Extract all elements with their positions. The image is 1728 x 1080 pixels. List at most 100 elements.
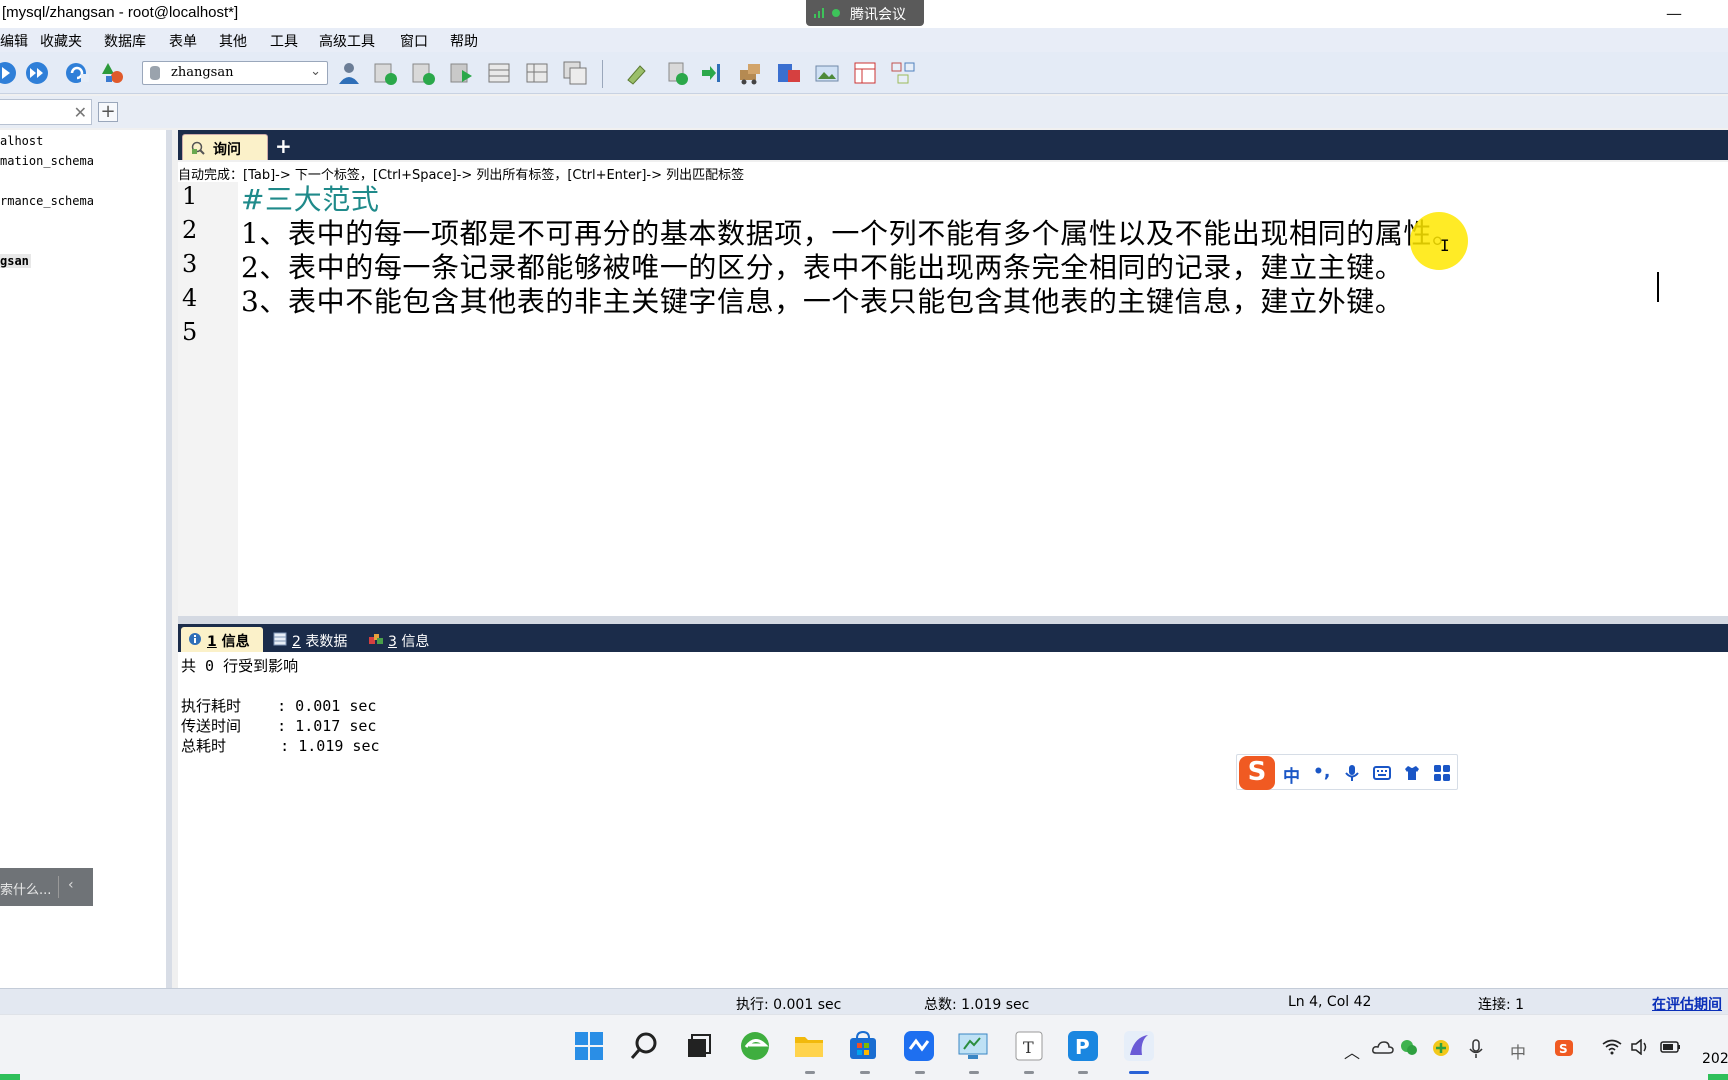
qq-plus-icon[interactable] <box>1432 1039 1450 1057</box>
chevron-left-icon[interactable]: ‹ <box>68 877 74 893</box>
wifi-icon[interactable] <box>1602 1039 1622 1055</box>
p-app-icon[interactable]: P <box>1066 1029 1100 1063</box>
browser-icon[interactable] <box>738 1029 772 1063</box>
chevron-up-icon[interactable]: ︿ <box>1344 1039 1360 1063</box>
start-menu-icon[interactable] <box>572 1029 606 1063</box>
database-selector[interactable]: zhangsan ⌄ <box>142 61 328 85</box>
title-bar: [mysql/zhangsan - root@localhost*] 腾讯会议 … <box>0 0 1728 28</box>
import-icon[interactable] <box>448 60 474 86</box>
microsoft-store-icon[interactable] <box>846 1029 880 1063</box>
menu-edit[interactable]: 编辑 <box>0 31 28 51</box>
evaluation-link[interactable]: 在评估期间 <box>1652 994 1722 1014</box>
schedule-icon[interactable] <box>776 60 802 86</box>
autocomplete-hint-bar: 自动完成：[Tab]-> 下一个标签，[Ctrl+Space]-> 列出所有标签… <box>178 162 1728 183</box>
table-icon[interactable] <box>486 60 512 86</box>
pane-splitter[interactable] <box>178 616 1728 624</box>
query-icon <box>191 141 205 155</box>
sql-editor[interactable]: 1 2 3 4 5 #三大范式 1、表中的每一项都是不可再分的基本数据项，一个列… <box>178 182 1728 616</box>
execute-icon[interactable] <box>0 60 18 86</box>
toolbar: zhangsan ⌄ <box>0 52 1728 94</box>
menu-window[interactable]: 窗口 <box>400 31 428 51</box>
menu-favorites[interactable]: 收藏夹 <box>40 31 82 51</box>
menu-table[interactable]: 表单 <box>169 31 197 51</box>
status-connections: 连接: 1 <box>1478 997 1525 1013</box>
tab-table-data[interactable]: 2 表数据 <box>266 627 358 652</box>
divider <box>58 876 59 898</box>
task-view-icon[interactable] <box>682 1029 716 1063</box>
image-icon[interactable] <box>814 60 840 86</box>
clock[interactable]: 202 <box>1702 1051 1728 1067</box>
tree-item-information-schema[interactable]: mation_schema <box>0 154 94 168</box>
object-search-box[interactable]: 索什么... ‹ <box>0 868 93 906</box>
screen-share-indicator <box>1708 1074 1728 1080</box>
add-connection-button[interactable]: + <box>98 102 118 122</box>
microphone-icon[interactable] <box>1468 1039 1484 1059</box>
keyboard-icon[interactable] <box>1373 764 1391 782</box>
window-title: [mysql/zhangsan - root@localhost*] <box>2 4 239 21</box>
wechat-icon[interactable] <box>1400 1039 1418 1057</box>
tab-messages[interactable]: 1 信息 <box>181 627 263 652</box>
menu-help[interactable]: 帮助 <box>450 31 478 51</box>
result-line: 执行耗时 : 0.001 sec <box>181 697 377 715</box>
input-method-indicator[interactable]: 中 <box>1510 1039 1526 1063</box>
tree-item-localhost[interactable]: alhost <box>0 134 43 148</box>
schema-tree-icon[interactable] <box>100 60 126 86</box>
backup-icon[interactable] <box>372 60 398 86</box>
info-blocks-icon <box>369 634 383 644</box>
migrate-icon[interactable] <box>738 60 764 86</box>
chevron-down-icon: ⌄ <box>310 64 321 79</box>
report-icon[interactable] <box>852 60 878 86</box>
tab-table-data-label: 表数据 <box>300 634 348 650</box>
sync-icon[interactable] <box>664 60 690 86</box>
database-selected: zhangsan <box>171 65 234 80</box>
refresh-icon[interactable] <box>64 60 90 86</box>
minimize-button[interactable]: — <box>1666 4 1682 23</box>
execute-all-icon[interactable] <box>24 60 50 86</box>
sqlyog-dolphin-icon[interactable] <box>1122 1029 1156 1063</box>
tab-info[interactable]: 3 信息 <box>362 627 446 652</box>
meeting-badge[interactable]: 腾讯会议 <box>806 0 924 26</box>
ime-toolbar[interactable]: S 中 •, <box>1236 754 1458 790</box>
ime-punctuation-toggle[interactable]: •, <box>1313 762 1330 782</box>
onedrive-cloud-icon[interactable] <box>1372 1039 1394 1055</box>
battery-icon[interactable] <box>1660 1039 1682 1055</box>
file-explorer-icon[interactable] <box>792 1029 826 1063</box>
control-panel-icon[interactable] <box>956 1029 990 1063</box>
search-icon[interactable] <box>628 1029 662 1063</box>
table-data-icon[interactable] <box>524 60 550 86</box>
result-line: 总耗时 : 1.019 sec <box>181 737 380 755</box>
results-tab-strip: 1 信息 2 表数据 3 信息 <box>178 624 1728 652</box>
sogou-logo-icon[interactable]: S <box>1239 756 1275 790</box>
toolbox-grid-icon[interactable] <box>1433 764 1451 782</box>
typora-icon[interactable]: T <box>1012 1029 1046 1063</box>
copy-table-icon[interactable] <box>562 60 588 86</box>
ime-mode-toggle[interactable]: 中 <box>1283 762 1300 787</box>
schema-designer-icon[interactable] <box>890 60 916 86</box>
taskbar: T P ︿ 中 S 202 <box>0 1014 1728 1080</box>
mouse-highlight <box>1410 212 1468 270</box>
tab-query[interactable]: 询问 <box>182 134 268 160</box>
close-icon[interactable]: ✕ <box>74 103 87 122</box>
edit-icon[interactable] <box>624 60 650 86</box>
menu-other[interactable]: 其他 <box>219 31 247 51</box>
running-indicator <box>860 1071 870 1074</box>
menu-database[interactable]: 数据库 <box>104 31 146 51</box>
microphone-icon[interactable] <box>1343 764 1361 782</box>
results-pane: 共 0 行受到影响 执行耗时 : 0.001 sec 传送时间 : 1.017 … <box>178 652 1728 988</box>
skin-shirt-icon[interactable] <box>1403 764 1421 782</box>
volume-icon[interactable] <box>1630 1039 1650 1055</box>
user-icon[interactable] <box>336 60 362 86</box>
tree-item-zhangsan[interactable]: gsan <box>0 254 31 268</box>
restore-icon[interactable] <box>410 60 436 86</box>
sogou-tray-icon[interactable]: S <box>1554 1039 1574 1057</box>
tencent-meeting-icon[interactable] <box>902 1029 936 1063</box>
compare-icon[interactable] <box>700 60 726 86</box>
menu-advanced-tools[interactable]: 高级工具 <box>319 31 375 51</box>
running-indicator <box>915 1071 925 1074</box>
menu-tools[interactable]: 工具 <box>270 31 298 51</box>
connection-tab[interactable]: ✕ <box>0 99 92 125</box>
tree-item-performance-schema[interactable]: rmance_schema <box>0 194 94 208</box>
status-exec-time: 执行: 0.001 sec <box>736 997 842 1013</box>
text-cursor-icon: I <box>1440 236 1450 255</box>
add-query-tab-button[interactable]: + <box>275 136 292 156</box>
